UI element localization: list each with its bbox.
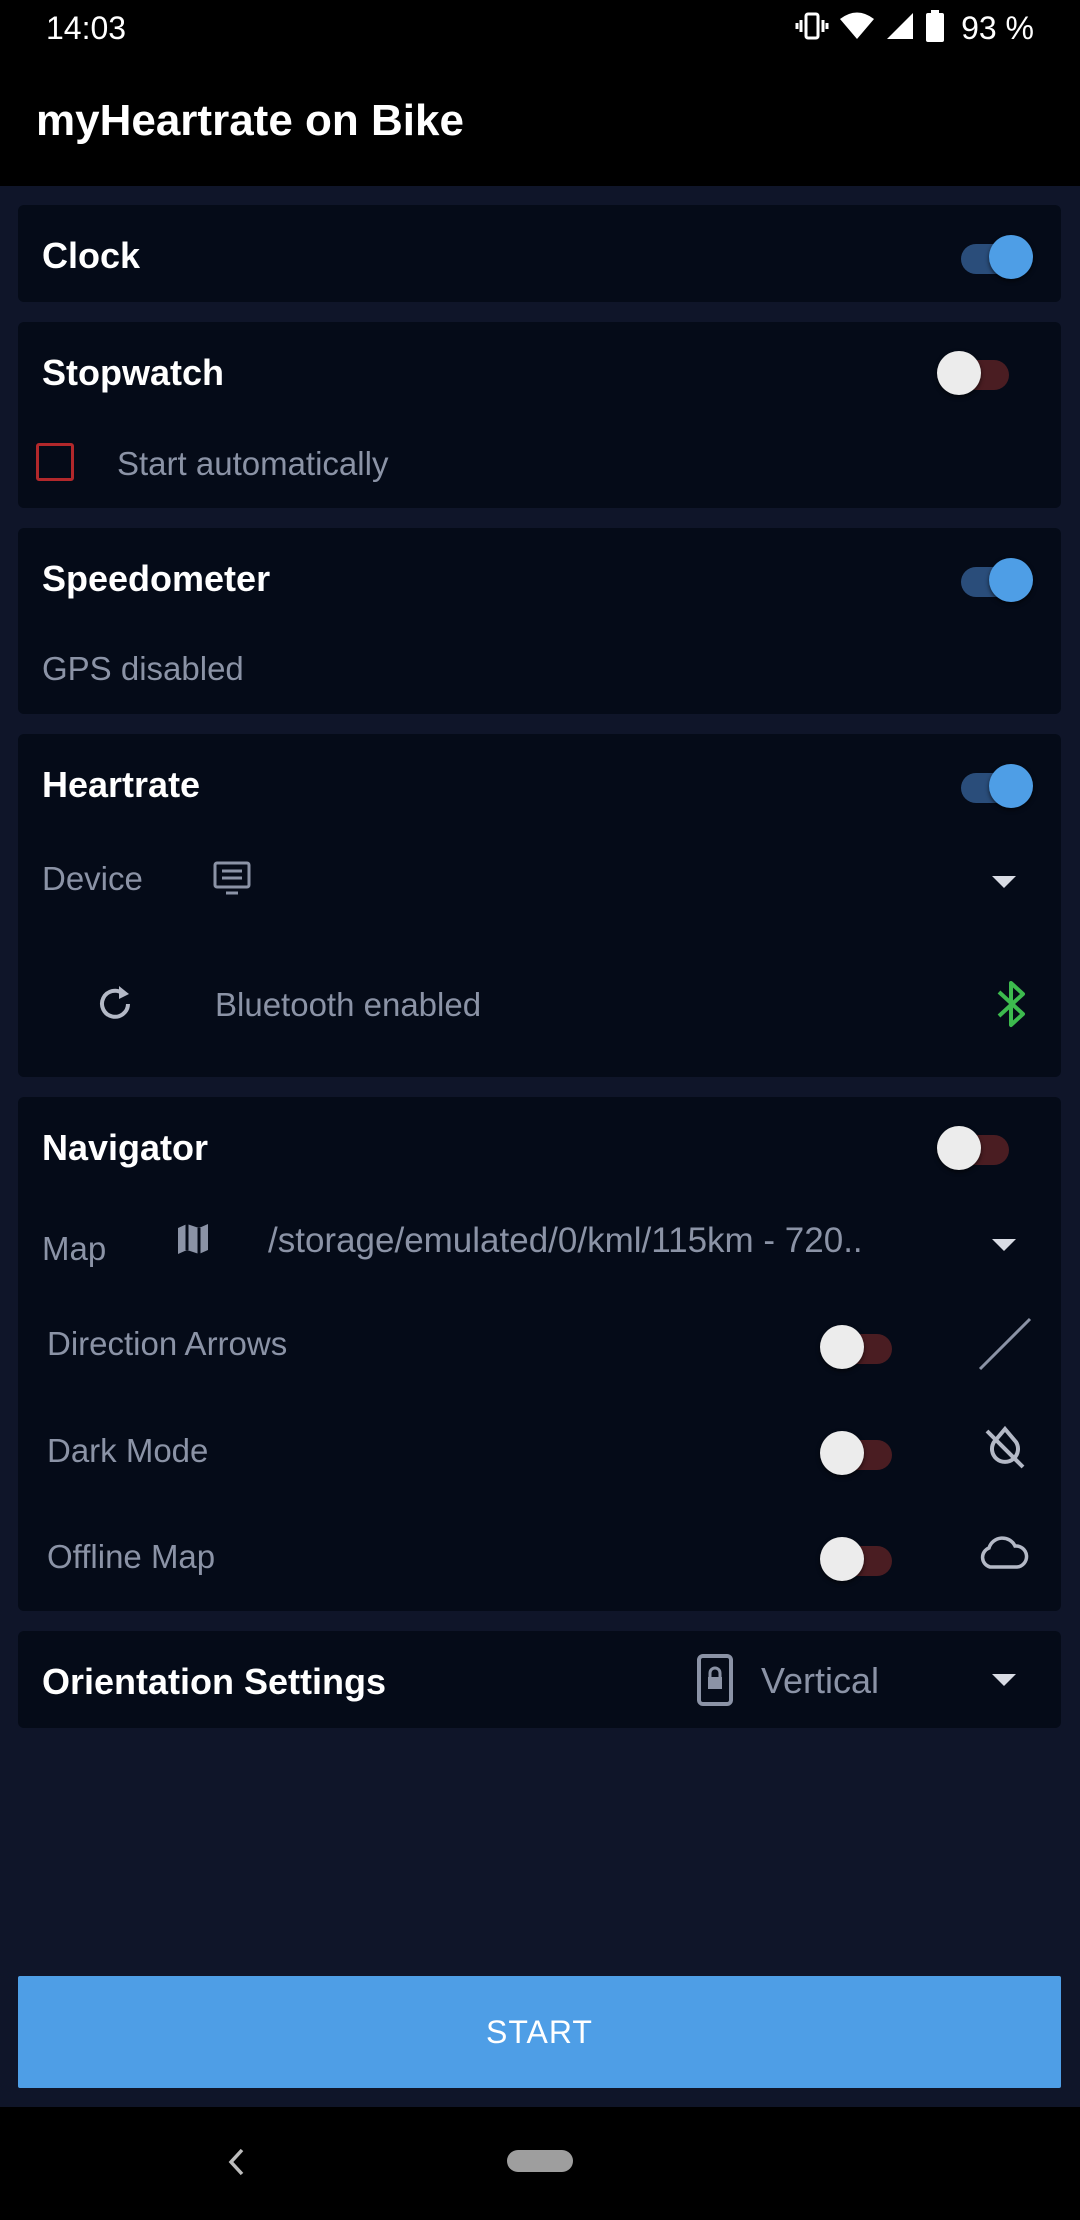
refresh-icon[interactable] (93, 982, 137, 1031)
offline-map-toggle[interactable] (820, 1532, 898, 1581)
direction-arrows-label: Direction Arrows (47, 1325, 288, 1362)
app-bar: myHeartrate on Bike (0, 58, 1080, 186)
orientation-dropdown-arrow[interactable] (992, 1674, 1016, 1686)
speedometer-toggle[interactable] (955, 553, 1033, 602)
orientation-title: Orientation Settings (42, 1661, 387, 1702)
battery-percentage: 93 % (961, 9, 1034, 46)
status-bar: 14:03 93 % (0, 0, 1080, 58)
heartrate-title: Heartrate (42, 764, 201, 805)
invert-colors-off-icon (983, 1425, 1027, 1476)
cloud-icon (976, 1533, 1030, 1578)
line-icon (976, 1315, 1034, 1378)
speedometer-title: Speedometer (42, 558, 271, 599)
dark-mode-label: Dark Mode (47, 1432, 209, 1469)
direction-arrows-toggle[interactable] (820, 1320, 898, 1369)
clock-title: Clock (42, 235, 141, 276)
vibrate-icon (795, 11, 829, 46)
speedometer-card: Speedometer GPS disabled (18, 528, 1061, 714)
signal-icon (885, 11, 915, 46)
wifi-icon (839, 11, 875, 46)
stopwatch-title: Stopwatch (42, 352, 225, 393)
map-dropdown-arrow[interactable] (992, 1239, 1016, 1251)
clock-toggle[interactable] (955, 230, 1033, 279)
device-label: Device (42, 860, 143, 897)
back-icon[interactable] (224, 2145, 248, 2184)
stopwatch-card: Stopwatch Start automatically (18, 322, 1061, 508)
start-automatically-checkbox[interactable] (36, 443, 74, 481)
heartrate-toggle[interactable] (955, 759, 1033, 808)
status-time: 14:03 (46, 10, 127, 46)
device-list-icon (212, 860, 252, 901)
map-path[interactable]: /storage/emulated/0/kml/115km - 720.. (268, 1221, 863, 1261)
battery-icon (925, 9, 945, 47)
screen-lock-portrait-icon (696, 1653, 734, 1712)
gps-status: GPS disabled (42, 650, 244, 687)
navigator-card: Navigator Map /storage/emulated/0/kml/11… (18, 1097, 1061, 1611)
navigator-title: Navigator (42, 1127, 209, 1168)
system-nav-bar (0, 2107, 1080, 2220)
home-pill[interactable] (507, 2150, 573, 2172)
app-title: myHeartrate on Bike (36, 96, 464, 145)
bluetooth-status: Bluetooth enabled (215, 986, 482, 1023)
navigator-toggle[interactable] (937, 1121, 1015, 1170)
clock-card: Clock (18, 205, 1061, 302)
heartrate-card: Heartrate Device Bluetooth enabled (18, 734, 1061, 1077)
map-icon (175, 1221, 211, 1262)
status-icons: 93 % (795, 8, 1034, 48)
offline-map-label: Offline Map (47, 1538, 216, 1575)
start-automatically-label: Start automatically (117, 445, 389, 482)
dark-mode-toggle[interactable] (820, 1426, 898, 1475)
bluetooth-icon (993, 978, 1029, 1035)
orientation-card: Orientation Settings Vertical (18, 1631, 1061, 1728)
orientation-value[interactable]: Vertical (761, 1660, 879, 1702)
map-label: Map (42, 1230, 107, 1267)
stopwatch-toggle[interactable] (937, 346, 1015, 395)
device-dropdown-arrow[interactable] (992, 876, 1016, 888)
start-button[interactable]: START (18, 1976, 1061, 2088)
